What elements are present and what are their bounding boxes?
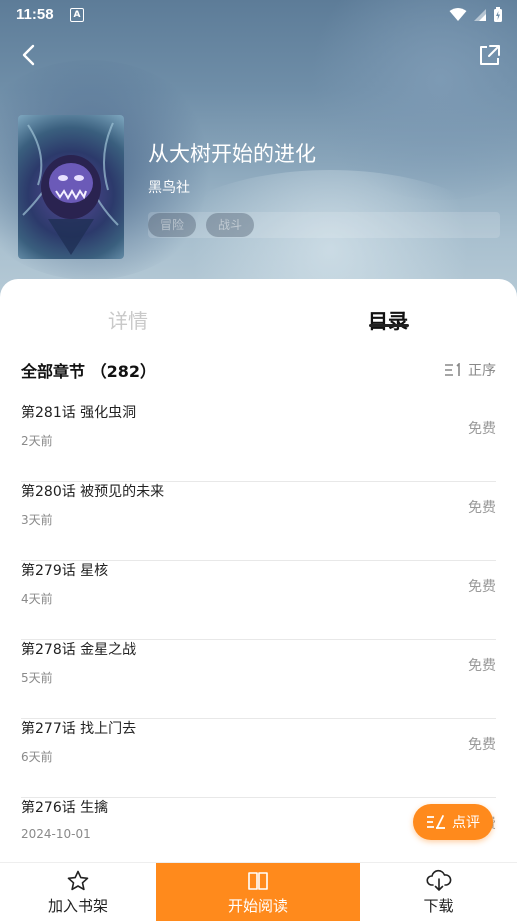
chevron-left-icon <box>22 44 35 66</box>
tag-list: 冒险 战斗 <box>148 212 500 238</box>
sort-toggle[interactable]: 正序 <box>444 360 496 380</box>
chapter-date: 6天前 <box>21 750 53 764</box>
book-cover <box>18 115 124 259</box>
add-to-shelf-label: 加入书架 <box>47 896 108 915</box>
chapter-row[interactable]: 第280话 被预见的未来 3天前 免费 <box>21 481 496 561</box>
chapter-row[interactable]: 第281话 强化虫洞 2天前 免费 <box>21 402 496 482</box>
star-icon <box>67 870 89 890</box>
chapter-price: 免费 <box>468 421 496 437</box>
status-time: 11:58 <box>16 6 54 23</box>
bottom-action-bar: 加入书架 开始阅读 下载 <box>0 862 517 921</box>
book-author[interactable]: 黑鸟社 <box>148 177 190 197</box>
tab-detail[interactable]: 详情 <box>108 305 148 334</box>
signal-icon <box>474 9 486 21</box>
sort-icon <box>445 363 460 376</box>
chapter-date: 4天前 <box>21 592 53 606</box>
chapter-title: 第276话 生擒 <box>21 800 109 816</box>
review-icon <box>427 815 445 829</box>
book-title: 从大树开始的进化 <box>148 142 316 166</box>
chapter-row[interactable]: 第279话 星核 4天前 免费 <box>21 560 496 640</box>
chapter-row[interactable]: 第277话 找上门去 6天前 免费 <box>21 718 496 798</box>
chapter-price: 免费 <box>468 500 496 516</box>
chapter-row[interactable]: 第278话 金星之战 5天前 免费 <box>21 639 496 719</box>
chapter-date: 5天前 <box>21 671 53 685</box>
chapter-title: 第277话 找上门去 <box>21 721 137 737</box>
wifi-icon <box>449 8 467 21</box>
chapter-price: 免费 <box>468 658 496 674</box>
start-reading-button[interactable]: 开始阅读 <box>156 863 360 921</box>
chapter-title: 第278话 金星之战 <box>21 642 137 658</box>
download-button[interactable]: 下载 <box>360 863 517 921</box>
chapter-title: 第280话 被预见的未来 <box>21 484 165 500</box>
download-label: 下载 <box>423 896 454 915</box>
book-open-icon <box>248 871 268 890</box>
sort-label: 正序 <box>468 363 496 379</box>
add-to-shelf-button[interactable]: 加入书架 <box>0 863 156 921</box>
share-icon <box>480 45 500 65</box>
chapters-count-heading: 全部章节 （282） <box>21 362 156 381</box>
chapter-title: 第281话 强化虫洞 <box>21 405 137 421</box>
chapter-date: 2天前 <box>21 434 53 448</box>
notification-icon: A <box>70 8 84 22</box>
battery-icon <box>494 7 502 22</box>
cloud-download-icon <box>425 869 451 891</box>
tab-catalog[interactable]: 目录 <box>368 305 408 334</box>
chapter-title: 第279话 星核 <box>21 563 109 579</box>
review-label: 点评 <box>452 815 480 831</box>
chapter-price: 免费 <box>468 737 496 753</box>
review-button[interactable]: 点评 <box>413 804 493 840</box>
chapter-price: 免费 <box>468 579 496 595</box>
tab-indicator <box>369 324 409 327</box>
tag-chip[interactable]: 战斗 <box>206 213 255 237</box>
chapter-date: 3天前 <box>21 513 53 527</box>
back-button[interactable] <box>14 40 44 70</box>
cover-art <box>22 122 119 255</box>
status-bar: 11:58 A <box>0 0 517 30</box>
chapter-date: 2024-10-01 <box>21 827 91 841</box>
share-button[interactable] <box>474 40 504 70</box>
start-reading-label: 开始阅读 <box>227 896 288 915</box>
tag-chip[interactable]: 冒险 <box>148 213 197 237</box>
